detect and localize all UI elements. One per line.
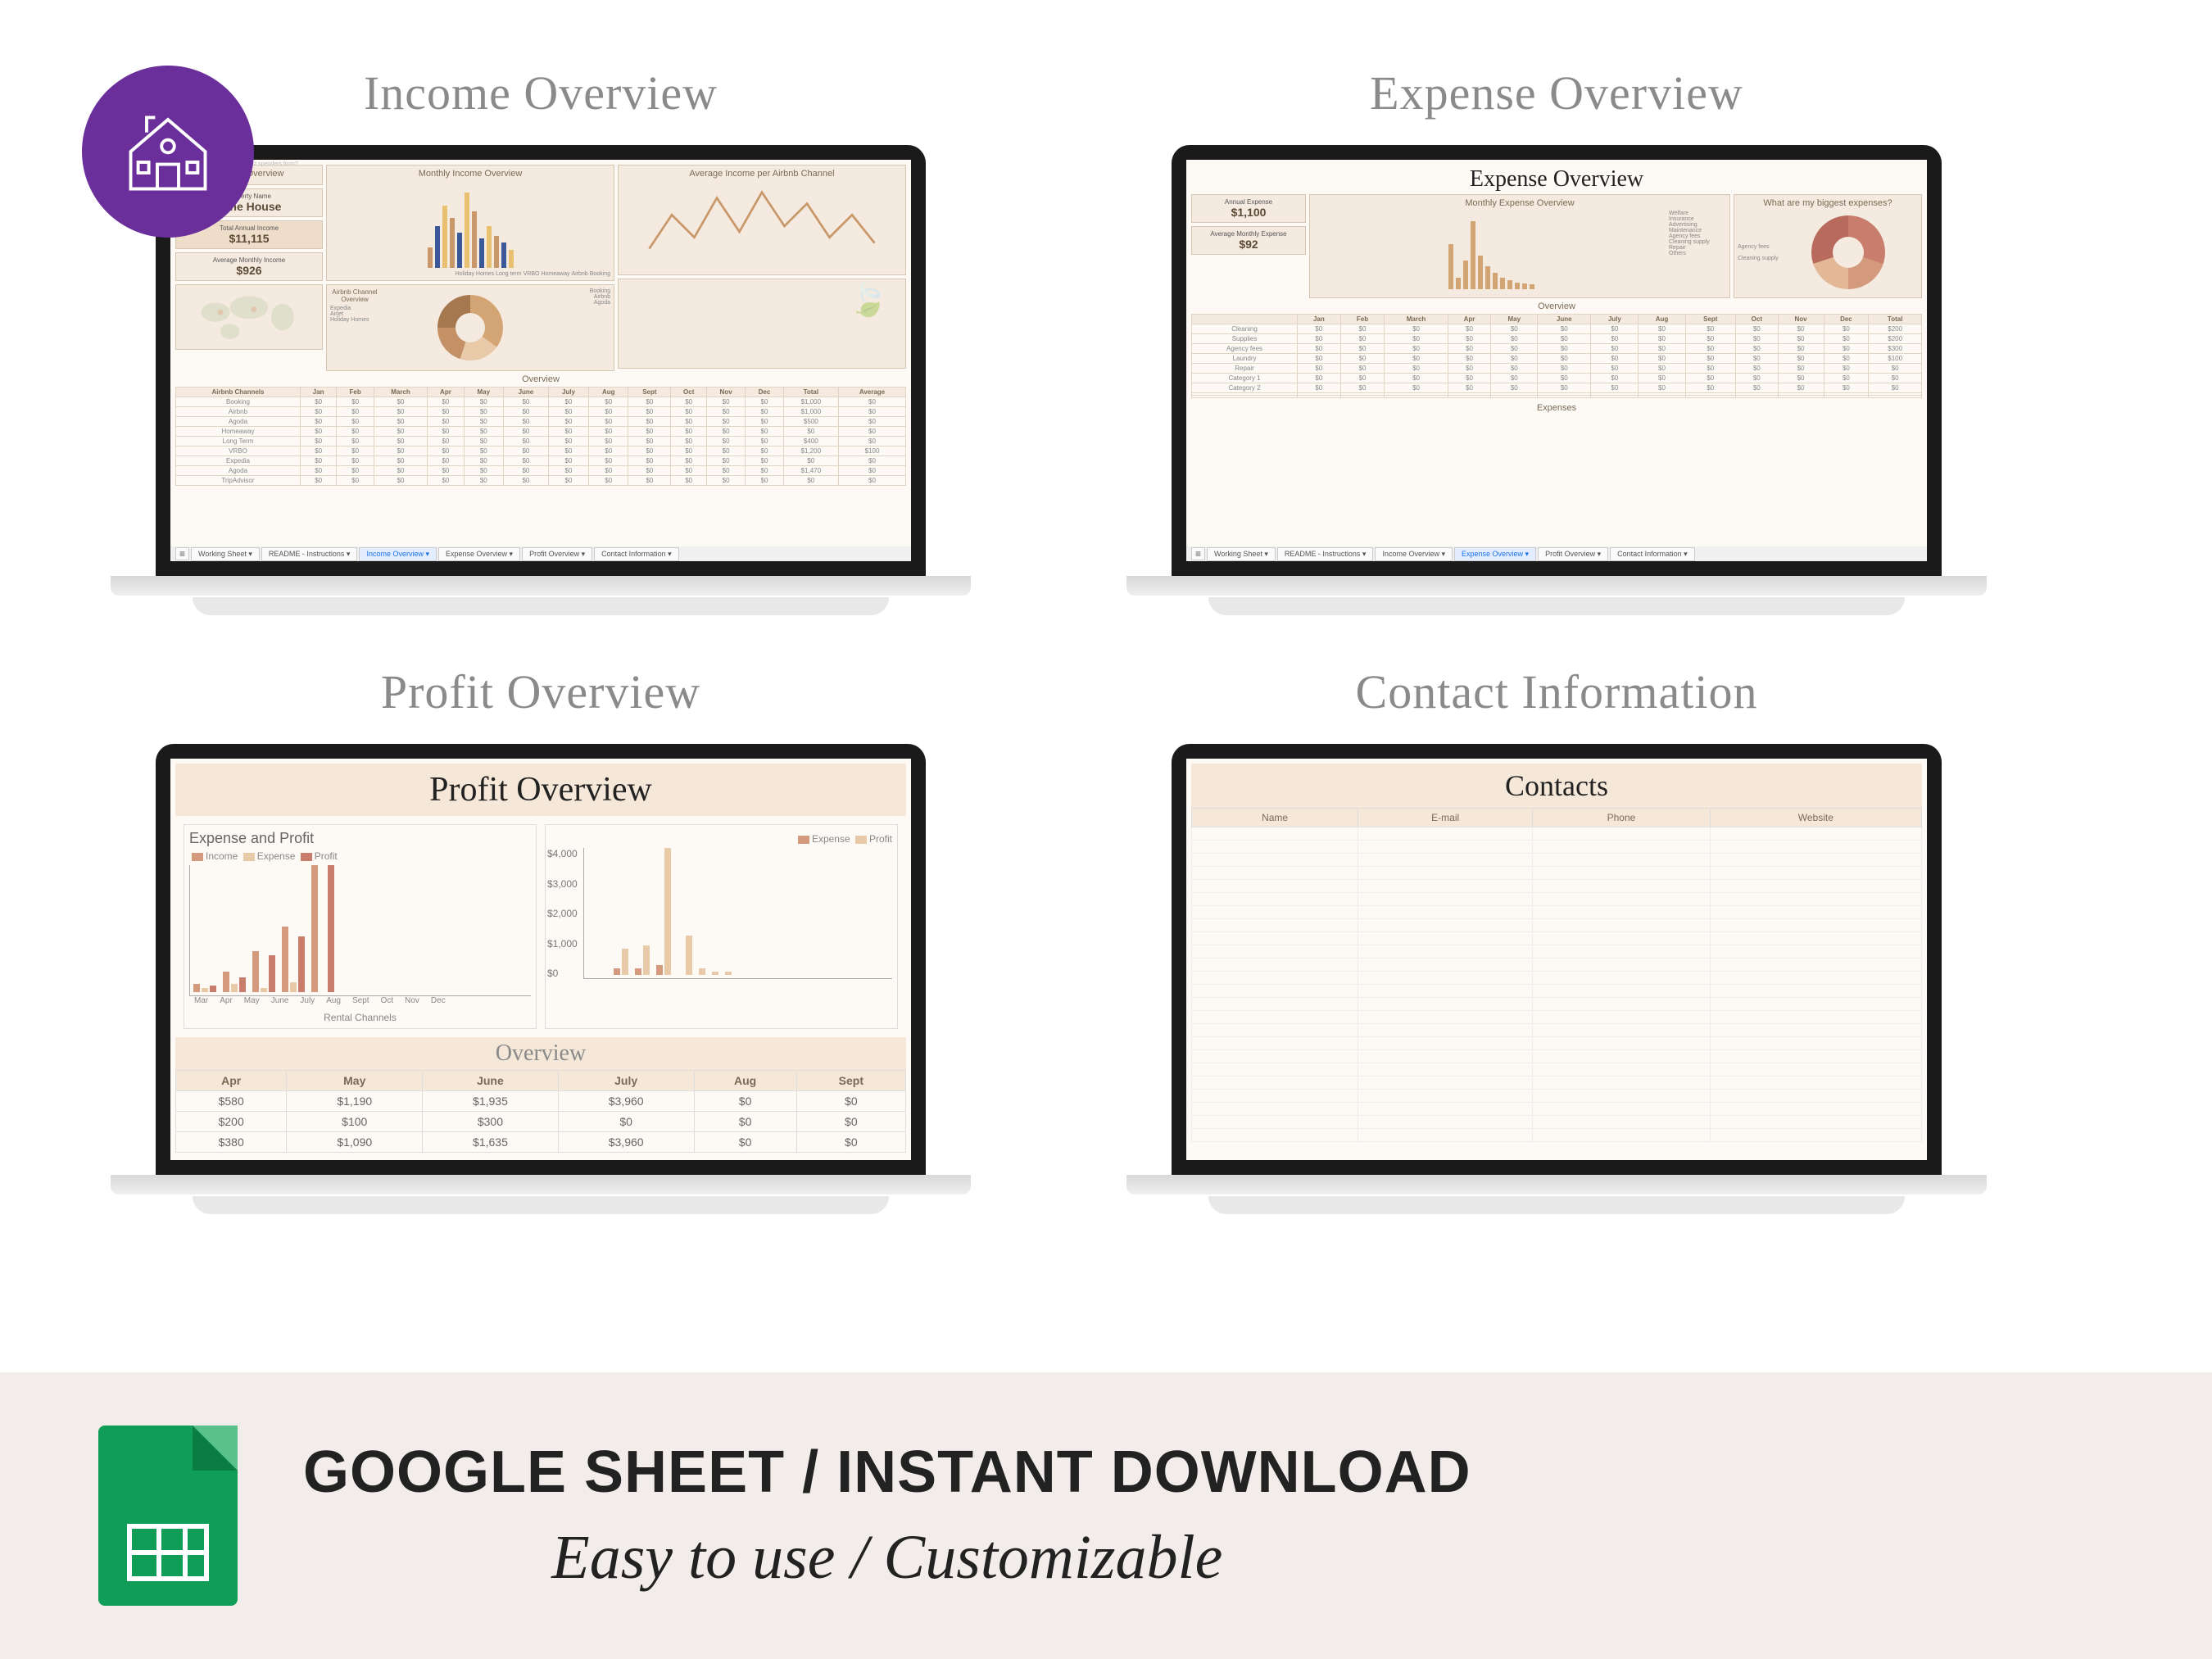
laptop-mockup: Income Overview Property NameLyne House … — [98, 145, 983, 615]
monthly-expense-label: Average Monthly Expense — [1195, 230, 1302, 238]
sheet-tab[interactable]: README - Instructions ▾ — [261, 547, 358, 561]
hamburger-icon[interactable]: ≡ — [175, 547, 189, 560]
store-badge — [82, 66, 254, 238]
chart1-title: Expense and Profit — [189, 830, 531, 847]
donut-legend: Airbnb Channel Overview ExpediaAirjetHol… — [330, 288, 379, 367]
sheet-tabs[interactable]: ≡Working Sheet ▾README - Instructions ▾I… — [1186, 546, 1927, 561]
expense-panel: Expense Overview Expense Overview Annual… — [1114, 66, 1999, 615]
chart1-xlabels: MarAprMayJuneJulyAugSeptOctNovDec — [189, 996, 531, 1005]
profit-chart-1: Expense and Profit Income Expense Profit… — [184, 824, 537, 1029]
income-table: Overview Airbnb ChannelsJanFebMarchAprMa… — [175, 374, 906, 486]
expense-bar-title: Monthly Expense Overview — [1313, 198, 1726, 208]
income-title: Income Overview — [364, 66, 718, 120]
expense-screen: Expense Overview Annual Expense$1,100 Av… — [1186, 160, 1927, 561]
expense-sheet-title: Expense Overview — [1191, 165, 1922, 194]
profit-overview-label: Overview — [175, 1037, 906, 1070]
promo-footer: GOOGLE SHEET / INSTANT DOWNLOAD Easy to … — [0, 1372, 2212, 1659]
annual-income-value: $11,115 — [179, 232, 319, 245]
bar-legend: Holiday HomesLong termVRBOHomeawayAirbnb… — [330, 271, 610, 277]
sheet-tab[interactable]: Contact Information ▾ — [594, 547, 679, 561]
line-chart-title: Average Income per Airbnb Channel — [622, 169, 902, 179]
sheet-tab[interactable]: README - Instructions ▾ — [1277, 547, 1374, 561]
contacts-table: NameE-mailPhoneWebsite — [1191, 808, 1922, 1142]
sheet-tab[interactable]: Contact Information ▾ — [1610, 547, 1695, 561]
chart2-yaxis: $4,000$3,000$2,000$1,000$0 — [547, 848, 578, 979]
profit-screen: Profit Overview Expense and Profit Incom… — [170, 759, 911, 1160]
income-screen: Income Overview Property NameLyne House … — [170, 160, 911, 561]
expense-pie-chart — [1811, 215, 1885, 289]
chart1-xlabel: Rental Channels — [189, 1012, 531, 1023]
annual-expense-value: $1,100 — [1195, 206, 1302, 219]
contacts-sheet-title: Contacts — [1191, 764, 1922, 808]
sheet-tab[interactable]: Profit Overview ▾ — [1538, 547, 1608, 561]
bar-chart-title: Monthly Income Overview — [330, 169, 610, 179]
google-sheets-icon — [98, 1426, 238, 1606]
sheet-tabs[interactable]: ≡Working Sheet ▾README - Instructions ▾I… — [170, 546, 911, 561]
expense-bar-chart — [1313, 211, 1669, 292]
sheet-tab[interactable]: Profit Overview ▾ — [522, 547, 592, 561]
expense-table: Overview JanFebMarchAprMayJuneJulyAugSep… — [1191, 301, 1922, 398]
profit-sheet-title: Profit Overview — [175, 764, 906, 816]
decorative-leaf-card: 🍃 — [618, 279, 906, 369]
sheet-tab[interactable]: Expense Overview ▾ — [1454, 547, 1536, 561]
contacts-title: Contact Information — [1356, 664, 1758, 719]
monthly-income-value: $926 — [179, 264, 319, 277]
profit-chart-2: Expense Profit $4,000$3,000$2,000$1,000$… — [545, 824, 898, 1029]
footer-sub-text: Easy to use / Customizable — [303, 1522, 1471, 1593]
expenses-section-label: Expenses — [1191, 403, 1922, 413]
contacts-panel: Contact Information Contacts NameE-mailP… — [1114, 664, 1999, 1214]
world-map: Where are the biggest spenders from? — [175, 284, 323, 350]
sheet-tab[interactable]: Income Overview ▾ — [1375, 547, 1453, 561]
monthly-expense-value: $92 — [1195, 238, 1302, 251]
sheet-tab[interactable]: Working Sheet ▾ — [191, 547, 260, 561]
expense-title: Expense Overview — [1370, 66, 1743, 120]
annual-expense-label: Annual Expense — [1195, 198, 1302, 206]
footer-main-text: GOOGLE SHEET / INSTANT DOWNLOAD — [303, 1439, 1471, 1506]
monthly-income-label: Average Monthly Income — [179, 256, 319, 264]
sheet-tab[interactable]: Expense Overview ▾ — [438, 547, 520, 561]
expense-pie-title: What are my biggest expenses? — [1738, 198, 1918, 208]
income-bar-chart — [330, 181, 610, 271]
expense-legend: WelfareInsuranceAdvertisingMaintenanceAg… — [1669, 211, 1726, 292]
contacts-screen: Contacts NameE-mailPhoneWebsite — [1186, 759, 1927, 1160]
profit-title: Profit Overview — [381, 664, 700, 719]
leaf-icon: 🍃 — [848, 280, 889, 319]
income-donut-chart — [437, 295, 503, 360]
sheet-tab[interactable]: Working Sheet ▾ — [1207, 547, 1276, 561]
income-line-chart — [622, 181, 902, 271]
profit-table: AprMayJuneJulyAugSept$580$1,190$1,935$3,… — [175, 1070, 906, 1153]
profit-panel: Profit Overview Profit Overview Expense … — [98, 664, 983, 1214]
hamburger-icon[interactable]: ≡ — [1191, 547, 1205, 560]
sheet-tab[interactable]: Income Overview ▾ — [359, 547, 437, 561]
house-icon — [115, 98, 221, 205]
